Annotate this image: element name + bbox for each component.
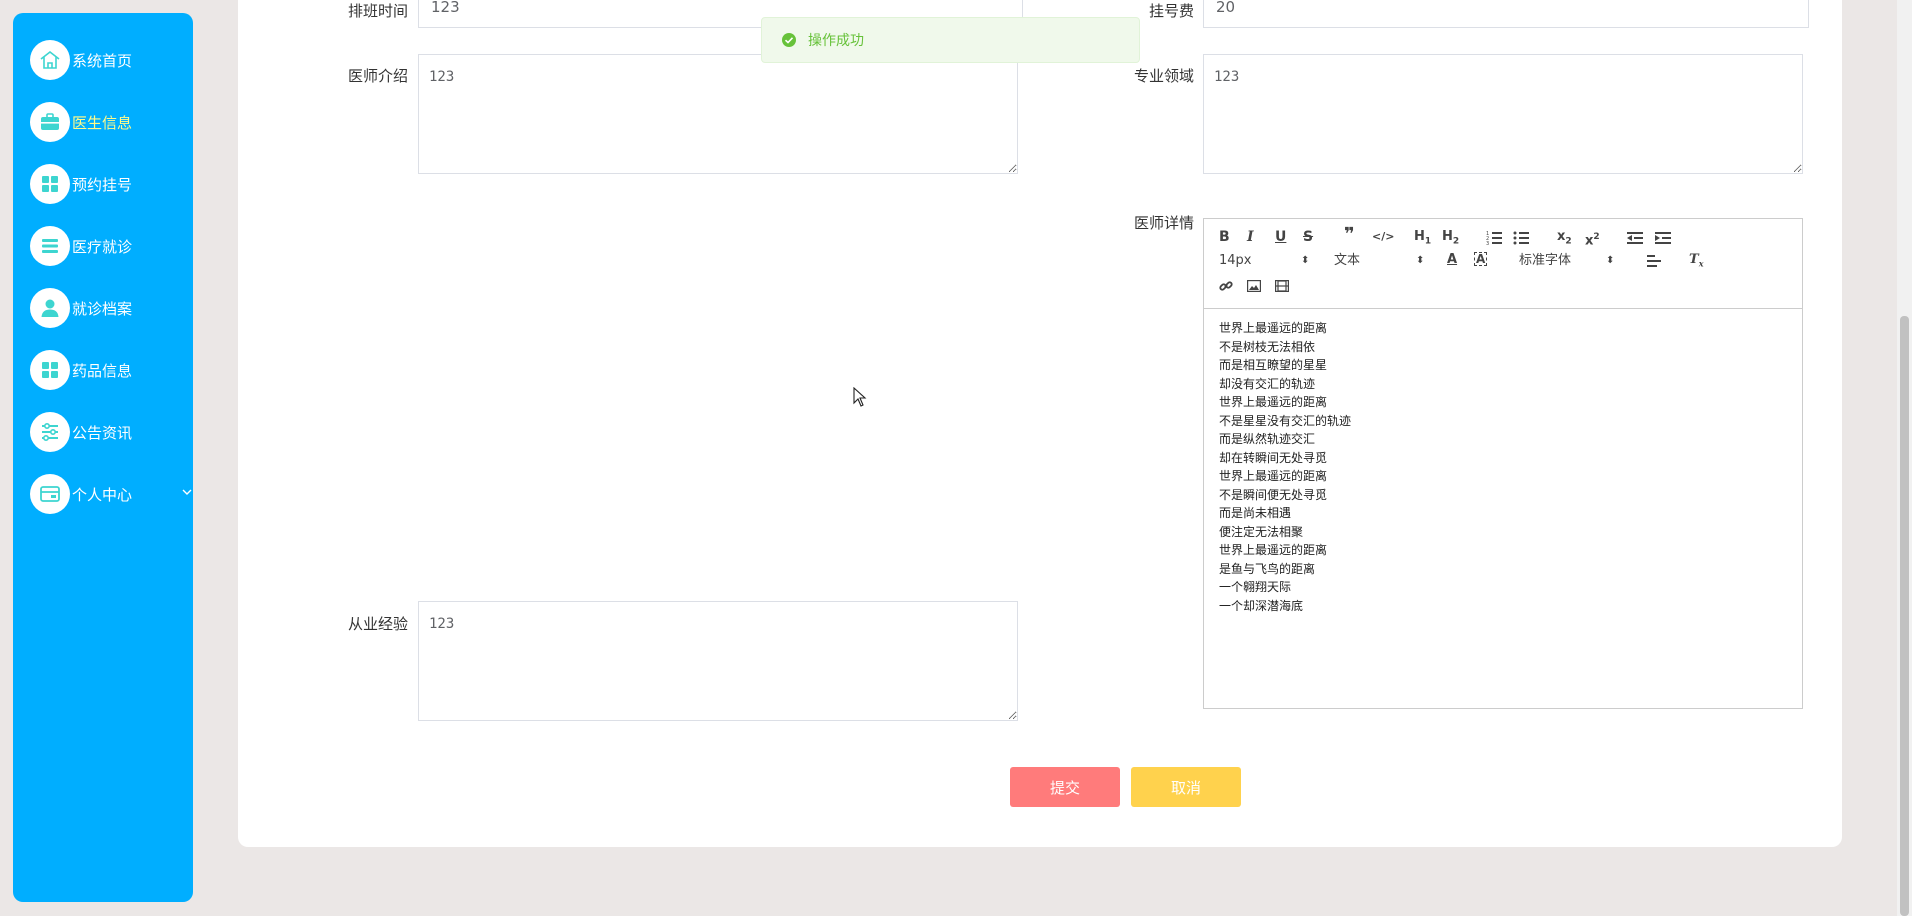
- sidebar-item-visit-records[interactable]: 就诊档案: [30, 287, 190, 329]
- card-icon: [30, 474, 70, 514]
- code-button[interactable]: </>: [1372, 229, 1394, 245]
- home-icon: [30, 40, 70, 80]
- check-circle-icon: [782, 33, 796, 47]
- outdent-icon[interactable]: [1627, 231, 1643, 245]
- rich-text-editor: B I U S ❞ </> H1 H2 123 x2 x2 14px ⬍ 文本 …: [1203, 218, 1803, 709]
- schedule-label: 排班时间: [348, 2, 409, 20]
- sidebar-item-drug-info[interactable]: 药品信息: [30, 349, 190, 391]
- editor-line: 而是相互瞭望的星星: [1219, 358, 1328, 372]
- sidebar: 系统首页 医生信息 预约挂号 医疗就诊 就诊档案 药品信息 公告资讯 个人中心: [13, 13, 193, 902]
- specialty-label: 专业领域: [1133, 67, 1194, 85]
- intro-textarea[interactable]: 123: [418, 54, 1018, 174]
- font-color-button[interactable]: A: [1447, 252, 1457, 268]
- h1-button[interactable]: H1: [1414, 229, 1431, 250]
- sidebar-item-label: 公告资讯: [72, 423, 133, 442]
- chevron-down-icon[interactable]: [180, 485, 194, 499]
- experience-textarea[interactable]: 123: [418, 601, 1018, 721]
- sidebar-item-label: 医生信息: [72, 113, 133, 132]
- sidebar-item-label: 预约挂号: [72, 175, 133, 194]
- editor-line: 却没有交汇的轨迹: [1219, 376, 1316, 391]
- detail-label: 医师详情: [1133, 214, 1194, 232]
- editor-line: 世界上最遥远的距离: [1219, 321, 1328, 335]
- sidebar-item-label: 个人中心: [72, 485, 133, 504]
- list-icon: [30, 226, 70, 266]
- sidebar-item-medical-visit[interactable]: 医疗就诊: [30, 225, 190, 267]
- editor-line: 便注定无法相聚: [1219, 524, 1304, 539]
- strike-button[interactable]: S: [1303, 229, 1313, 245]
- ordered-list-icon[interactable]: 123: [1486, 231, 1502, 245]
- editor-line: 一个却深潜海底: [1219, 598, 1304, 613]
- editor-line: 不是瞬间便无处寻觅: [1219, 487, 1328, 502]
- editor-line: 不是星星没有交汇的轨迹: [1219, 413, 1352, 428]
- svg-text:3: 3: [1486, 241, 1489, 245]
- scrollbar-thumb[interactable]: [1900, 316, 1909, 916]
- user-icon: [30, 288, 70, 328]
- image-icon[interactable]: [1247, 280, 1261, 292]
- editor-line: 不是树枝无法相依: [1219, 339, 1316, 354]
- sidebar-item-appointment[interactable]: 预约挂号: [30, 163, 190, 205]
- editor-line: 一个翱翔天际: [1219, 580, 1292, 594]
- link-icon[interactable]: [1219, 279, 1233, 293]
- grid-icon: [30, 350, 70, 390]
- superscript-button[interactable]: x2: [1585, 229, 1600, 249]
- subscript-button[interactable]: x2: [1557, 229, 1572, 250]
- sidebar-item-label: 药品信息: [72, 361, 133, 380]
- sidebar-item-label: 就诊档案: [72, 299, 133, 318]
- video-icon[interactable]: [1275, 280, 1289, 292]
- editor-toolbar: B I U S ❞ </> H1 H2 123 x2 x2 14px ⬍ 文本 …: [1204, 219, 1802, 309]
- toast-message: 操作成功: [808, 33, 864, 49]
- briefcase-icon: [30, 102, 70, 142]
- editor-line: 世界上最遥远的距离: [1219, 469, 1328, 483]
- italic-button[interactable]: I: [1247, 229, 1254, 245]
- mouse-cursor-icon: [853, 387, 867, 407]
- editor-line: 世界上最遥远的距离: [1219, 395, 1328, 409]
- bullet-list-icon[interactable]: [1513, 231, 1529, 245]
- font-family-select[interactable]: 标准字体 ⬍: [1519, 253, 1614, 269]
- h2-button[interactable]: H2: [1442, 229, 1459, 250]
- sidebar-item-label: 医疗就诊: [72, 237, 133, 256]
- sidebar-item-personal-center[interactable]: 个人中心: [30, 473, 192, 515]
- editor-content[interactable]: 世界上最遥远的距离 不是树枝无法相依 而是相互瞭望的星星 却没有交汇的轨迹 世界上最遥远…: [1219, 319, 1787, 615]
- submit-button[interactable]: 提交: [1010, 767, 1120, 807]
- fee-label: 挂号费: [1148, 2, 1194, 20]
- intro-label: 医师介绍: [348, 67, 409, 85]
- sliders-icon: [30, 412, 70, 452]
- editor-line: 却在转瞬间无处寻觅: [1219, 450, 1328, 465]
- font-size-select[interactable]: 14px ⬍: [1219, 253, 1309, 269]
- blockquote-button[interactable]: ❞: [1344, 226, 1355, 244]
- success-toast: 操作成功: [761, 17, 1140, 63]
- sidebar-item-announcements[interactable]: 公告资讯: [30, 411, 190, 453]
- fee-input[interactable]: 20: [1203, 0, 1809, 28]
- editor-line: 是鱼与飞鸟的距离: [1219, 561, 1316, 576]
- background-color-button[interactable]: A: [1474, 252, 1488, 266]
- sidebar-item-label: 系统首页: [72, 51, 133, 70]
- sidebar-item-home[interactable]: 系统首页: [30, 39, 190, 81]
- experience-label: 从业经验: [348, 615, 409, 633]
- underline-button[interactable]: U: [1275, 229, 1286, 245]
- clear-format-button[interactable]: Tx: [1689, 252, 1703, 272]
- grid-icon: [30, 164, 70, 204]
- indent-icon[interactable]: [1655, 231, 1671, 245]
- specialty-textarea[interactable]: 123: [1203, 54, 1803, 174]
- bold-button[interactable]: B: [1219, 229, 1230, 245]
- align-icon[interactable]: [1647, 255, 1661, 267]
- header-select[interactable]: 文本 ⬍: [1334, 253, 1424, 269]
- cancel-button[interactable]: 取消: [1131, 767, 1241, 807]
- editor-line: 而是纵然轨迹交汇: [1219, 432, 1316, 446]
- sidebar-item-doctor-info[interactable]: 医生信息: [30, 101, 190, 143]
- editor-line: 世界上最遥远的距离: [1219, 543, 1328, 557]
- editor-line: 而是尚未相遇: [1219, 506, 1292, 520]
